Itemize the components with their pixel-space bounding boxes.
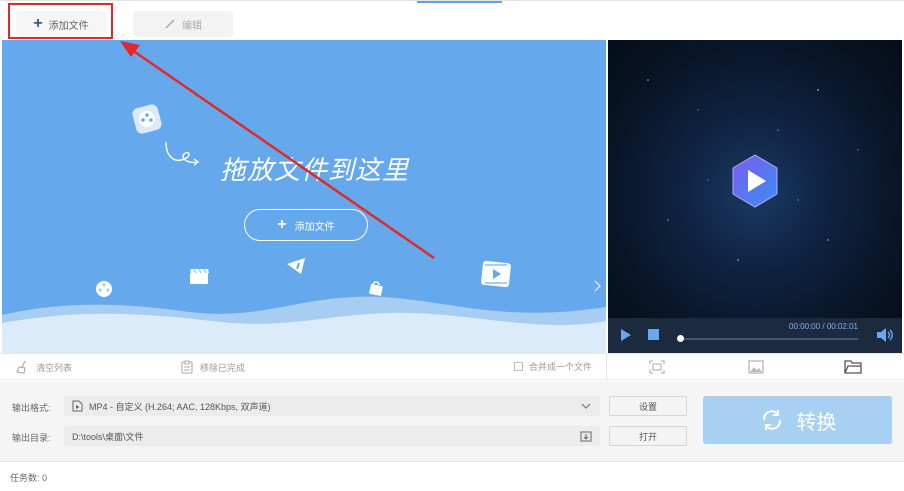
scroll-right-icon bbox=[594, 280, 601, 292]
output-dir-value: D:\tools\桌面\文件 bbox=[72, 431, 144, 442]
seek-handle[interactable] bbox=[677, 335, 684, 342]
remove-done-button[interactable]: 移除已完成 bbox=[180, 360, 245, 374]
film-reel-icon bbox=[132, 104, 162, 134]
chevron-down-icon bbox=[581, 403, 591, 409]
video-file-icon bbox=[72, 400, 83, 412]
convert-refresh-icon bbox=[762, 410, 781, 430]
app-logo-icon bbox=[726, 152, 784, 210]
strip-divider bbox=[606, 354, 607, 381]
task-count: 任务数: 0 bbox=[10, 473, 48, 483]
folder-icon[interactable] bbox=[844, 359, 862, 374]
edit-label: 编辑 bbox=[182, 20, 202, 32]
list-action-bar: 清空列表 移除已完成 合并成一个文件 bbox=[0, 353, 904, 381]
magic-wand-icon bbox=[165, 19, 175, 29]
tab-accent-line bbox=[417, 1, 502, 3]
dropzone-add-file-label: 添加文件 bbox=[294, 221, 335, 233]
screenshot-icon[interactable] bbox=[649, 360, 665, 374]
clapperboard-icon bbox=[190, 268, 209, 284]
drop-zone[interactable]: 拖放文件到这里 + 添加文件 bbox=[2, 40, 606, 353]
clipboard-icon bbox=[181, 360, 193, 374]
browse-folder-icon[interactable] bbox=[580, 430, 592, 442]
dropzone-add-file-button[interactable]: + 添加文件 bbox=[244, 209, 368, 241]
output-dir-label: 输出目录: bbox=[12, 433, 51, 443]
edit-button[interactable]: 编辑 bbox=[133, 11, 233, 37]
open-button[interactable]: 打开 bbox=[609, 426, 687, 446]
seek-bar[interactable] bbox=[680, 338, 858, 340]
clear-list-button[interactable]: 清空列表 bbox=[16, 360, 72, 374]
curved-arrow-icon bbox=[165, 141, 200, 166]
annotation-highlight-box bbox=[8, 3, 113, 39]
stop-icon[interactable] bbox=[648, 329, 659, 340]
drop-title: 拖放文件到这里 bbox=[220, 155, 410, 185]
film-reel-small-icon bbox=[96, 281, 112, 297]
convert-button[interactable]: 转换 bbox=[703, 396, 892, 444]
merge-files-checkbox[interactable]: 合并成一个文件 bbox=[514, 360, 592, 373]
image-icon[interactable] bbox=[748, 360, 764, 374]
volume-icon[interactable] bbox=[876, 327, 894, 343]
output-dir-field[interactable]: D:\tools\桌面\文件 bbox=[64, 426, 600, 446]
triangle-icon bbox=[287, 258, 305, 274]
preview-screen bbox=[608, 40, 902, 318]
convert-label: 转换 bbox=[796, 411, 837, 434]
player-controls: 00:00:00 / 00:02:01 bbox=[608, 318, 902, 353]
bag-icon bbox=[369, 281, 383, 296]
merge-label: 合并成一个文件 bbox=[529, 362, 593, 372]
output-format-label: 输出格式: bbox=[12, 403, 51, 413]
output-format-select[interactable]: MP4 - 自定义 (H.264; AAC, 128Kbps, 双声道) bbox=[64, 396, 600, 416]
output-format-value: MP4 - 自定义 (H.264; AAC, 128Kbps, 双声道) bbox=[89, 401, 271, 412]
plus-icon: + bbox=[277, 216, 287, 233]
broom-icon bbox=[16, 360, 26, 374]
settings-button[interactable]: 设置 bbox=[609, 396, 687, 416]
video-preview: 00:00:00 / 00:02:01 bbox=[608, 40, 902, 353]
playback-time: 00:00:00 / 00:02:01 bbox=[789, 322, 858, 331]
checkbox-box[interactable] bbox=[514, 362, 523, 371]
video-play-icon bbox=[481, 260, 511, 288]
remove-done-label: 移除已完成 bbox=[200, 362, 246, 373]
play-icon[interactable] bbox=[620, 328, 632, 342]
clear-list-label: 清空列表 bbox=[36, 362, 73, 373]
top-toolbar: + 添加文件 编辑 bbox=[0, 0, 904, 40]
status-bar: 任务数: 0 bbox=[0, 461, 904, 491]
